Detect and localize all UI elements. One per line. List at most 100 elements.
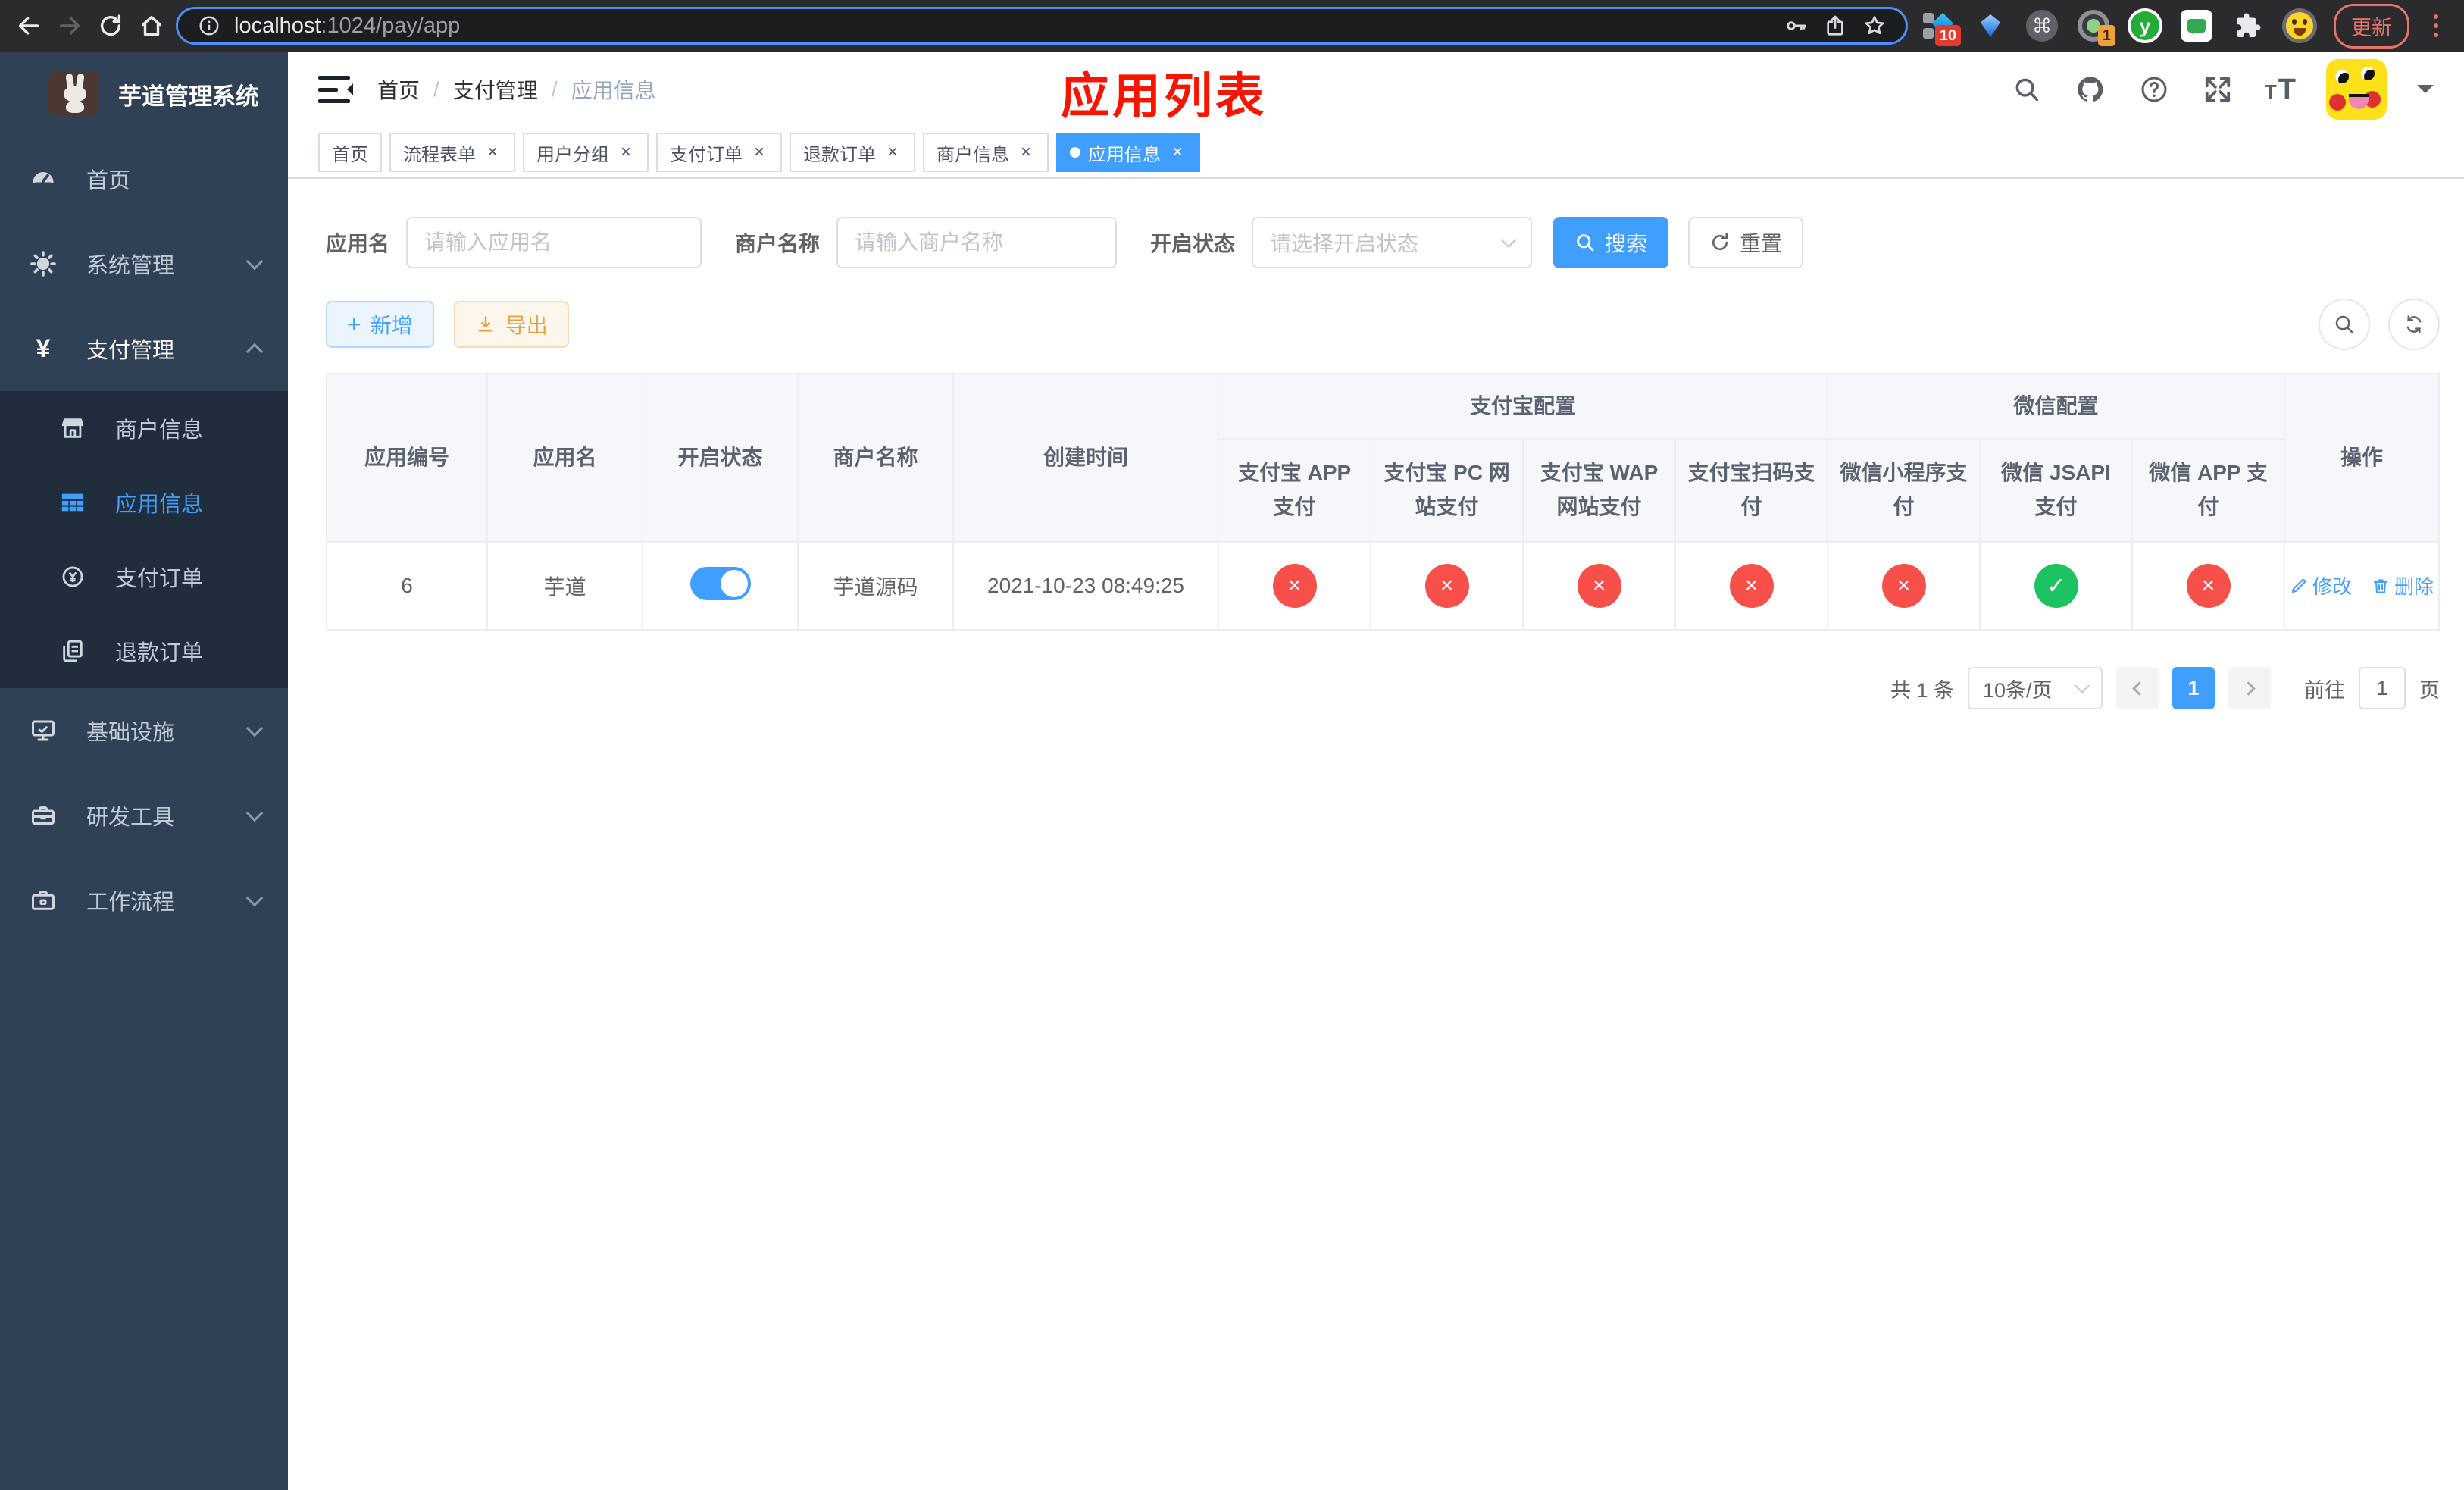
pagination: 共 1 条 10条/页 1 前往 页: [326, 667, 2440, 709]
browser-back-icon[interactable]: [12, 9, 45, 42]
browser-menu-icon[interactable]: [2426, 14, 2446, 37]
grid-icon: [59, 489, 86, 516]
page-size-value: 10条/页: [1983, 678, 2053, 702]
edit-link[interactable]: 修改: [2290, 571, 2352, 599]
tab-close-icon[interactable]: ×: [483, 142, 502, 163]
payment-submenu: 商户信息 应用信息 支付订单 退款订单: [0, 391, 288, 688]
tab-close-icon[interactable]: ×: [883, 142, 902, 163]
sidebar-item-workflow[interactable]: 工作流程: [0, 858, 288, 943]
fullscreen-icon[interactable]: [2201, 73, 2234, 106]
sidebar-item-label: 首页: [86, 169, 131, 193]
tab-user-group[interactable]: 用户分组 ×: [523, 133, 649, 172]
search-icon: [2335, 315, 2353, 333]
sidebar-item-home[interactable]: 首页: [0, 136, 288, 221]
dashboard-icon: [29, 164, 58, 193]
address-bar[interactable]: localhost:1024/pay/app: [176, 7, 1908, 45]
sidebar-item-payment[interactable]: ¥ 支付管理: [0, 306, 288, 391]
extension-recorder-icon[interactable]: 1: [2076, 8, 2115, 46]
sidebar-item-infrastructure[interactable]: 基础设施: [0, 688, 288, 773]
passkey-icon[interactable]: [1781, 11, 1810, 40]
tab-merchant-info[interactable]: 商户信息 ×: [923, 133, 1049, 172]
browser-home-icon[interactable]: [135, 9, 168, 42]
status-toggle[interactable]: [689, 566, 751, 600]
tab-home[interactable]: 首页: [318, 133, 382, 172]
search-button[interactable]: 搜索: [1553, 217, 1669, 268]
status-disabled-badge: ×: [2186, 564, 2231, 608]
chrome-update-button[interactable]: 更新: [2334, 3, 2409, 49]
show-search-button[interactable]: [2319, 299, 2370, 350]
tab-label: 商户信息: [937, 144, 1009, 165]
extension-shortcut-icon[interactable]: 10: [1921, 8, 1961, 46]
app-name-input[interactable]: [406, 217, 702, 268]
avatar-caret-down-icon[interactable]: [2417, 85, 2434, 102]
cell-merchant: 芋道源码: [797, 541, 954, 631]
add-button[interactable]: + 新增: [326, 301, 434, 348]
tab-app-info[interactable]: 应用信息 ×: [1056, 133, 1200, 172]
font-size-icon[interactable]: TT: [2265, 75, 2296, 104]
plus-icon: +: [347, 311, 361, 338]
tab-refund-order[interactable]: 退款订单 ×: [790, 133, 915, 172]
status-select[interactable]: 请选择开启状态: [1252, 217, 1533, 268]
bookmark-star-icon[interactable]: [1860, 11, 1889, 40]
next-page-button[interactable]: [2228, 667, 2271, 709]
sidebar-collapse-icon[interactable]: [318, 76, 353, 103]
col-created: 创建时间: [952, 373, 1219, 543]
current-page-button[interactable]: 1: [2172, 667, 2215, 709]
browser-profile-avatar[interactable]: [2282, 8, 2317, 43]
sidebar-item-system[interactable]: 系统管理: [0, 221, 288, 306]
extensions-puzzle-icon[interactable]: [2231, 8, 2265, 43]
extension-chat-icon[interactable]: [2179, 8, 2214, 43]
github-icon[interactable]: [2074, 73, 2107, 106]
browser-reload-icon[interactable]: [94, 9, 127, 42]
yen-circle-icon: [59, 563, 86, 590]
refresh-icon: [1712, 233, 1728, 251]
tab-pay-order[interactable]: 支付订单 ×: [656, 133, 782, 172]
breadcrumb-payment[interactable]: 支付管理: [453, 74, 538, 105]
tab-close-icon[interactable]: ×: [750, 142, 768, 163]
extension-badge: 10: [1934, 25, 1961, 46]
cell-app-id: 6: [326, 541, 488, 631]
app-logo[interactable]: 芋道管理系统: [0, 52, 288, 136]
goto-page-input[interactable]: [2359, 667, 2406, 709]
search-icon[interactable]: [2010, 73, 2043, 106]
status-disabled-badge: ×: [1729, 564, 1774, 608]
col-wechat-mini: 微信小程序支付: [1827, 438, 1981, 543]
extension-y-icon[interactable]: y: [2128, 8, 2162, 43]
refresh-table-button[interactable]: [2388, 299, 2440, 350]
col-alipay-pc: 支付宝 PC 网站支付: [1370, 438, 1524, 543]
tab-label: 应用信息: [1088, 144, 1161, 165]
sidebar-item-refund-order[interactable]: 退款订单: [0, 614, 288, 688]
breadcrumb-home[interactable]: 首页: [377, 74, 420, 105]
extension-gem-icon[interactable]: [1973, 8, 2008, 43]
page-size-select[interactable]: 10条/页: [1968, 667, 2103, 709]
export-button[interactable]: 导出: [453, 301, 569, 348]
help-icon[interactable]: [2137, 73, 2171, 106]
tab-process-form[interactable]: 流程表单 ×: [389, 133, 515, 172]
search-icon: [1577, 234, 1594, 252]
site-info-icon[interactable]: [195, 11, 224, 40]
merchant-name-label: 商户名称: [735, 232, 821, 255]
tab-close-icon[interactable]: ×: [617, 142, 635, 163]
user-avatar[interactable]: [2326, 59, 2387, 120]
sidebar-item-merchant-info[interactable]: 商户信息: [0, 391, 288, 465]
tab-close-icon[interactable]: ×: [1017, 142, 1035, 163]
prev-page-button[interactable]: [2116, 667, 2159, 709]
sidebar-item-dev-tools[interactable]: 研发工具: [0, 773, 288, 858]
status-label: 开启状态: [1150, 232, 1236, 255]
url-text[interactable]: localhost:1024/pay/app: [234, 14, 1771, 39]
share-icon[interactable]: [1821, 11, 1850, 40]
chevron-down-icon: [245, 889, 264, 907]
tab-label: 首页: [332, 144, 368, 165]
sidebar-item-label: 支付管理: [86, 339, 175, 363]
tab-close-icon[interactable]: ×: [1168, 142, 1187, 163]
sidebar-item-pay-order[interactable]: 支付订单: [0, 540, 288, 614]
extension-command-icon[interactable]: ⌘: [2025, 8, 2059, 43]
merchant-name-input[interactable]: [836, 217, 1118, 268]
sidebar-item-app-info[interactable]: 应用信息: [0, 465, 288, 540]
status-enabled-badge: ✓: [2034, 564, 2078, 608]
reset-button[interactable]: 重置: [1688, 217, 1804, 268]
browser-forward-icon[interactable]: [53, 9, 86, 42]
goto-label: 前往: [2304, 678, 2345, 702]
delete-link[interactable]: 删除: [2372, 571, 2434, 599]
breadcrumb-separator: /: [551, 77, 558, 101]
